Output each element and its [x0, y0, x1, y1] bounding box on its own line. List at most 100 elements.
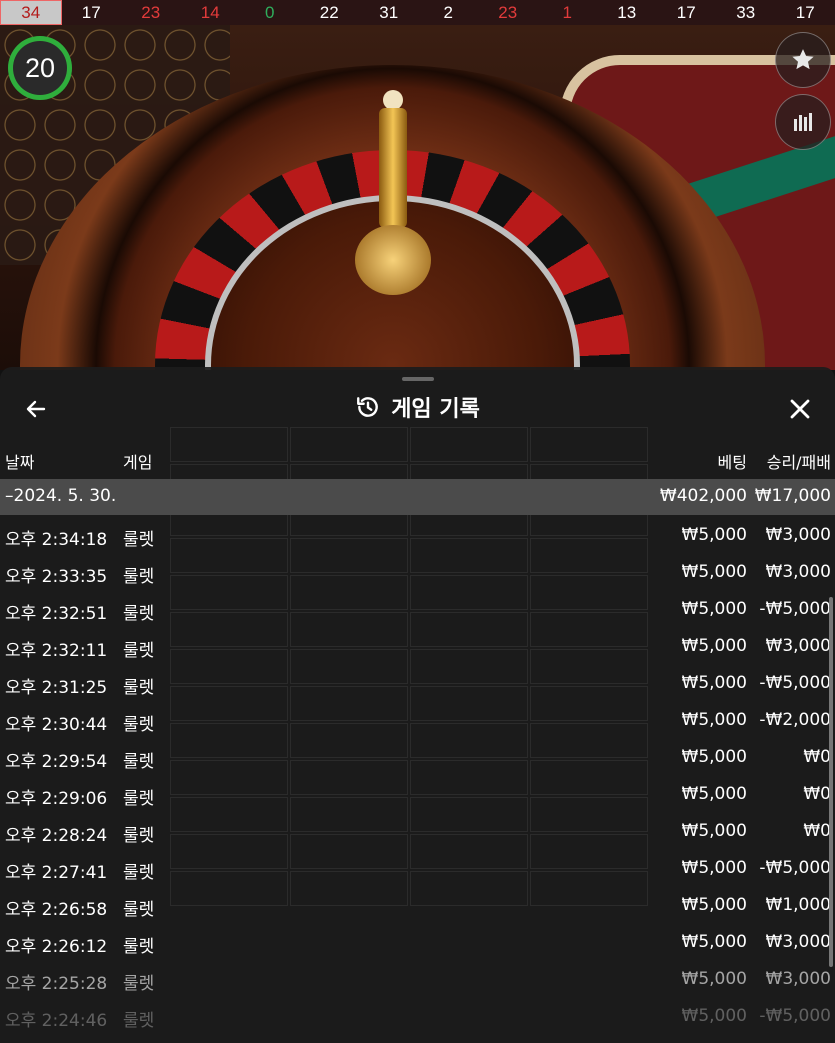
scrollbar[interactable]: [829, 597, 833, 967]
panel-header: 게임 기록: [0, 389, 835, 425]
row-bet: ₩5,000: [681, 599, 747, 619]
wheel-turret: [355, 90, 431, 295]
row-time: 오후 2:28:24: [5, 826, 108, 846]
row-game: 룰렛: [123, 900, 155, 920]
row-game: 룰렛: [123, 678, 155, 698]
row-win-loss: ₩3,000: [765, 969, 831, 989]
row-win-loss: -₩5,000: [759, 599, 831, 619]
row-bet: ₩5,000: [681, 525, 747, 545]
row-time: 오후 2:32:11: [5, 641, 108, 661]
history-row[interactable]: 오후 2:28:24 룰렛 ₩5,000 ₩0: [0, 813, 835, 850]
history-row[interactable]: 오후 2:26:58 룰렛 ₩5,000 ₩1,000: [0, 887, 835, 924]
row-time: 오후 2:29:06: [5, 789, 108, 809]
result-number: 23: [141, 2, 161, 22]
row-win-loss: ₩0: [803, 821, 831, 841]
row-game: 룰렛: [123, 567, 155, 587]
recent-results-strip: 34 17 23 14 0 22 31 2 23 1 13 17 33 17: [0, 0, 835, 25]
row-game: 룰렛: [123, 826, 155, 846]
row-time: 오후 2:31:25: [5, 678, 108, 698]
row-game: 룰렛: [123, 641, 155, 661]
row-win-loss: ₩0: [803, 784, 831, 804]
row-game: 룰렛: [123, 974, 155, 994]
row-game: 룰렛: [123, 789, 155, 809]
table-header: 날짜 게임 베팅 승리/패배: [0, 449, 835, 473]
row-time: 오후 2:26:12: [5, 937, 108, 957]
live-video-feed: [0, 25, 835, 370]
row-bet: ₩5,000: [681, 784, 747, 804]
history-row[interactable]: 오후 2:29:06 룰렛 ₩5,000 ₩0: [0, 776, 835, 813]
row-bet: ₩5,000: [681, 858, 747, 878]
close-icon: [790, 399, 810, 419]
row-win-loss: ₩3,000: [765, 562, 831, 582]
favorites-button[interactable]: [775, 32, 831, 88]
history-row[interactable]: 오후 2:27:41 룰렛 ₩5,000 -₩5,000: [0, 850, 835, 887]
row-time: 오후 2:25:28: [5, 974, 108, 994]
row-game: 룰렛: [123, 530, 155, 550]
result-number: 33: [736, 2, 756, 22]
row-game: 룰렛: [123, 937, 155, 957]
history-row[interactable]: 오후 2:31:25 룰렛 ₩5,000 -₩5,000: [0, 665, 835, 702]
row-win-loss: ₩3,000: [765, 636, 831, 656]
row-time: 오후 2:24:46: [5, 1011, 108, 1031]
summary-win-total: ₩17,000: [754, 486, 831, 506]
row-bet: ₩5,000: [681, 747, 747, 767]
close-button[interactable]: [780, 389, 820, 429]
row-bet: ₩5,000: [681, 932, 747, 952]
row-win-loss: -₩5,000: [759, 1006, 831, 1026]
row-win-loss: ₩3,000: [765, 932, 831, 952]
header-bet: 베팅: [717, 453, 747, 472]
row-bet: ₩5,000: [681, 1006, 747, 1026]
history-row[interactable]: 오후 2:30:44 룰렛 ₩5,000 -₩2,000: [0, 702, 835, 739]
row-bet: ₩5,000: [681, 821, 747, 841]
result-number: 23: [498, 2, 518, 22]
result-number: 17: [81, 2, 101, 22]
result-number: 17: [676, 2, 696, 22]
history-row[interactable]: 오후 2:24:46 룰렛 ₩5,000 -₩5,000: [0, 998, 835, 1035]
history-row[interactable]: 오후 2:25:28 룰렛 ₩5,000 ₩3,000: [0, 961, 835, 998]
history-row[interactable]: 오후 2:29:54 룰렛 ₩5,000 ₩0: [0, 739, 835, 776]
row-bet: ₩5,000: [681, 710, 747, 730]
row-game: 룰렛: [123, 752, 155, 772]
row-win-loss: -₩2,000: [759, 710, 831, 730]
history-row[interactable]: 오후 2:34:18 룰렛 ₩5,000 ₩3,000: [0, 517, 835, 554]
drag-handle[interactable]: [402, 377, 434, 381]
row-win-loss: ₩3,000: [765, 525, 831, 545]
history-row[interactable]: 오후 2:33:35 룰렛 ₩5,000 ₩3,000: [0, 554, 835, 591]
row-bet: ₩5,000: [681, 969, 747, 989]
history-icon: [357, 397, 378, 417]
history-row[interactable]: 오후 2:32:11 룰렛 ₩5,000 ₩3,000: [0, 628, 835, 665]
header-date: 날짜: [5, 453, 35, 472]
statistics-button[interactable]: [775, 94, 831, 150]
result-number: 17: [795, 2, 815, 22]
bar-chart-icon: [794, 113, 812, 131]
row-time: 오후 2:34:18: [5, 530, 108, 550]
result-number: 1: [562, 2, 572, 22]
header-game: 게임: [123, 453, 153, 472]
header-win-loss: 승리/패배: [766, 453, 831, 472]
row-game: 룰렛: [123, 715, 155, 735]
row-time: 오후 2:26:58: [5, 900, 108, 920]
result-number: 14: [200, 2, 220, 22]
row-game: 룰렛: [123, 604, 155, 624]
row-time: 오후 2:27:41: [5, 863, 108, 883]
row-time: 오후 2:30:44: [5, 715, 108, 735]
row-win-loss: ₩0: [803, 747, 831, 767]
history-row[interactable]: 오후 2:26:12 룰렛 ₩5,000 ₩3,000: [0, 924, 835, 961]
result-number: 34: [0, 0, 62, 25]
result-number: 2: [443, 2, 453, 22]
history-list: 오후 2:34:18 룰렛 ₩5,000 ₩3,000 오후 2:33:35 룰렛 ₩5,0…: [0, 517, 835, 1035]
row-bet: ₩5,000: [681, 562, 747, 582]
row-bet: ₩5,000: [681, 895, 747, 915]
history-row[interactable]: 오후 2:32:51 룰렛 ₩5,000 -₩5,000: [0, 591, 835, 628]
row-game: 룰렛: [123, 1011, 155, 1031]
summary-bet-total: ₩402,000: [659, 486, 747, 506]
result-number: 31: [379, 2, 399, 22]
row-bet: ₩5,000: [681, 673, 747, 693]
summary-date: –2024. 5. 30.: [5, 486, 117, 506]
date-group-summary[interactable]: –2024. 5. 30. ₩402,000 ₩17,000: [0, 479, 835, 515]
row-bet: ₩5,000: [681, 636, 747, 656]
result-number: 13: [617, 2, 637, 22]
row-win-loss: -₩5,000: [759, 673, 831, 693]
timer-value: 20: [24, 52, 56, 83]
game-history-panel: 게임 기록 날짜 게임 베팅 승리/패배 –2024. 5. 30. ₩402,…: [0, 367, 835, 1043]
